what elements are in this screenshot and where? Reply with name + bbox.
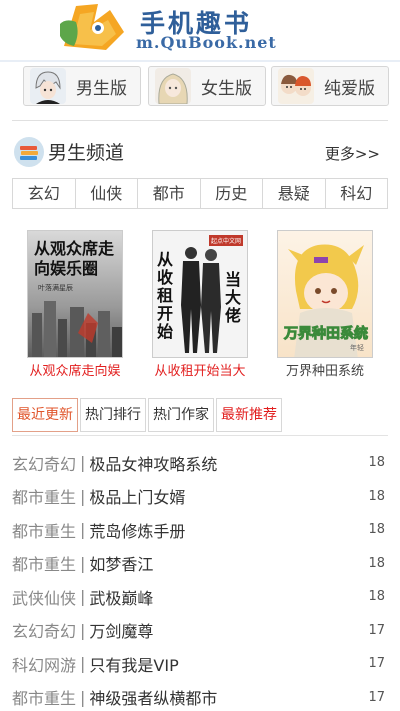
cover-title: 万界种田系统: [284, 326, 369, 343]
category-bar: 玄幻 仙侠 都市 历史 悬疑 科幻: [12, 178, 388, 209]
book-title[interactable]: 从收租开始当大: [137, 360, 263, 379]
list-item-genre[interactable]: 都市重生: [12, 685, 76, 709]
site-url[interactable]: m.QuBook.net: [136, 33, 277, 52]
header-divider: [0, 60, 400, 62]
book-cover[interactable]: 起点中文网 从收租开始 当大佬: [152, 230, 248, 358]
list-item-separator: |: [80, 553, 86, 573]
tab-latest-updates[interactable]: 最近更新: [12, 398, 78, 432]
female-version-label: 女生版: [201, 78, 252, 99]
book-cover[interactable]: 从观众席走向娱乐圈 叶落满星辰: [27, 230, 123, 358]
book-title[interactable]: 从观众席走向娱: [12, 360, 138, 379]
book-stack-icon: [14, 137, 44, 167]
cover-author: 年轻: [350, 344, 364, 352]
book-card[interactable]: 起点中文网 从收租开始 当大佬 从收租开始当大: [137, 230, 263, 379]
list-item-title[interactable]: 万剑魔尊: [89, 618, 153, 642]
list-item-separator: |: [80, 687, 86, 707]
city-skyline-icon: [32, 301, 122, 357]
list-item-genre[interactable]: 玄幻奇幻: [12, 451, 76, 475]
list-item-separator: |: [80, 620, 86, 640]
list-item[interactable]: 玄幻奇幻 | 极品女神攻略系统 18: [12, 446, 388, 480]
tab-new-recommend[interactable]: 最新推荐: [216, 398, 282, 432]
list-item-separator: |: [80, 654, 86, 674]
list-item-date: 18: [368, 522, 385, 538]
section-divider: [12, 120, 388, 121]
update-list: 玄幻奇幻 | 极品女神攻略系统 18 都市重生 | 极品上门女婿 18 都市重生 | 荒岛修…: [12, 446, 388, 711]
cover-title-vertical-2: 当大佬: [225, 270, 242, 325]
female-version-button[interactable]: 女生版: [148, 66, 266, 106]
list-item-title[interactable]: 只有我是VIP: [89, 652, 178, 676]
logo-icon[interactable]: [58, 0, 130, 52]
channel-title: 男生频道: [48, 142, 125, 164]
category-xuanyi[interactable]: 悬疑: [263, 179, 326, 208]
bl-avatar-icon: [278, 68, 314, 104]
list-item-genre[interactable]: 玄幻奇幻: [12, 618, 76, 642]
site-header: 手机趣书 m.QuBook.net: [0, 0, 400, 62]
list-item-separator: |: [80, 520, 86, 540]
list-item-date: 18: [368, 455, 385, 471]
book-cover[interactable]: 万界种田系统 年轻: [277, 230, 373, 358]
update-tabs: 最近更新 热门排行 热门作家 最新推荐: [12, 398, 284, 432]
list-item[interactable]: 都市重生 | 荒岛修炼手册 18: [12, 513, 388, 547]
list-item[interactable]: 科幻网游 | 只有我是VIP 17: [12, 647, 388, 681]
list-item-title[interactable]: 极品上门女婿: [89, 484, 185, 508]
list-item-title[interactable]: 如梦香江: [89, 551, 153, 575]
male-version-label: 男生版: [76, 78, 127, 99]
list-item-title[interactable]: 武极巅峰: [89, 585, 153, 609]
list-item-genre[interactable]: 都市重生: [12, 518, 76, 542]
category-xianxia[interactable]: 仙侠: [76, 179, 138, 208]
list-item-title[interactable]: 极品女神攻略系统: [89, 451, 217, 475]
book-card[interactable]: 万界种田系统 年轻 万界种田系统: [262, 230, 388, 379]
book-card[interactable]: 从观众席走向娱乐圈 叶落满星辰 从观众席走向娱: [12, 230, 138, 379]
list-item-title[interactable]: 荒岛修炼手册: [89, 518, 185, 542]
version-selector: 男生版 女生版 纯爱版: [0, 66, 400, 108]
cover-author: 叶落满星辰: [38, 284, 73, 292]
female-avatar-icon: [155, 68, 191, 104]
more-link[interactable]: 更多>>: [325, 143, 380, 164]
bl-version-label: 纯爱版: [324, 78, 375, 99]
list-item-date: 17: [368, 622, 385, 638]
tab-hot-authors[interactable]: 热门作家: [148, 398, 214, 432]
list-item-genre[interactable]: 都市重生: [12, 551, 76, 575]
list-item[interactable]: 都市重生 | 极品上门女婿 18: [12, 480, 388, 514]
cover-title-vertical: 从收租开始: [157, 250, 174, 341]
list-item[interactable]: 玄幻奇幻 | 万剑魔尊 17: [12, 614, 388, 648]
bl-version-button[interactable]: 纯爱版: [271, 66, 389, 106]
list-item-date: 18: [368, 555, 385, 571]
male-avatar-icon: [30, 68, 66, 104]
list-item-genre[interactable]: 都市重生: [12, 484, 76, 508]
list-item-genre[interactable]: 科幻网游: [12, 652, 76, 676]
book-title[interactable]: 万界种田系统: [262, 360, 388, 379]
cover-title: 从观众席走向娱乐圈: [34, 239, 115, 278]
list-item[interactable]: 都市重生 | 如梦香江 18: [12, 547, 388, 581]
category-xuanhuan[interactable]: 玄幻: [13, 179, 76, 208]
list-item-separator: |: [80, 486, 86, 506]
male-version-button[interactable]: 男生版: [23, 66, 141, 106]
couple-figure-icon: [181, 247, 221, 353]
list-item-date: 18: [368, 589, 385, 605]
tabs-divider: [12, 435, 388, 436]
list-item-date: 17: [368, 689, 385, 705]
list-item-date: 17: [368, 656, 385, 672]
list-item-separator: |: [80, 587, 86, 607]
category-dushi[interactable]: 都市: [138, 179, 201, 208]
list-item[interactable]: 武侠仙侠 | 武极巅峰 18: [12, 580, 388, 614]
category-lishi[interactable]: 历史: [201, 179, 263, 208]
tab-hot-ranking[interactable]: 热门排行: [80, 398, 146, 432]
list-item-title[interactable]: 神级强者纵横都市: [89, 685, 217, 709]
list-item-date: 18: [368, 488, 385, 504]
list-item-separator: |: [80, 453, 86, 473]
list-item[interactable]: 都市重生 | 神级强者纵横都市 17: [12, 681, 388, 711]
category-kehuan[interactable]: 科幻: [326, 179, 388, 208]
list-item-genre[interactable]: 武侠仙侠: [12, 585, 76, 609]
